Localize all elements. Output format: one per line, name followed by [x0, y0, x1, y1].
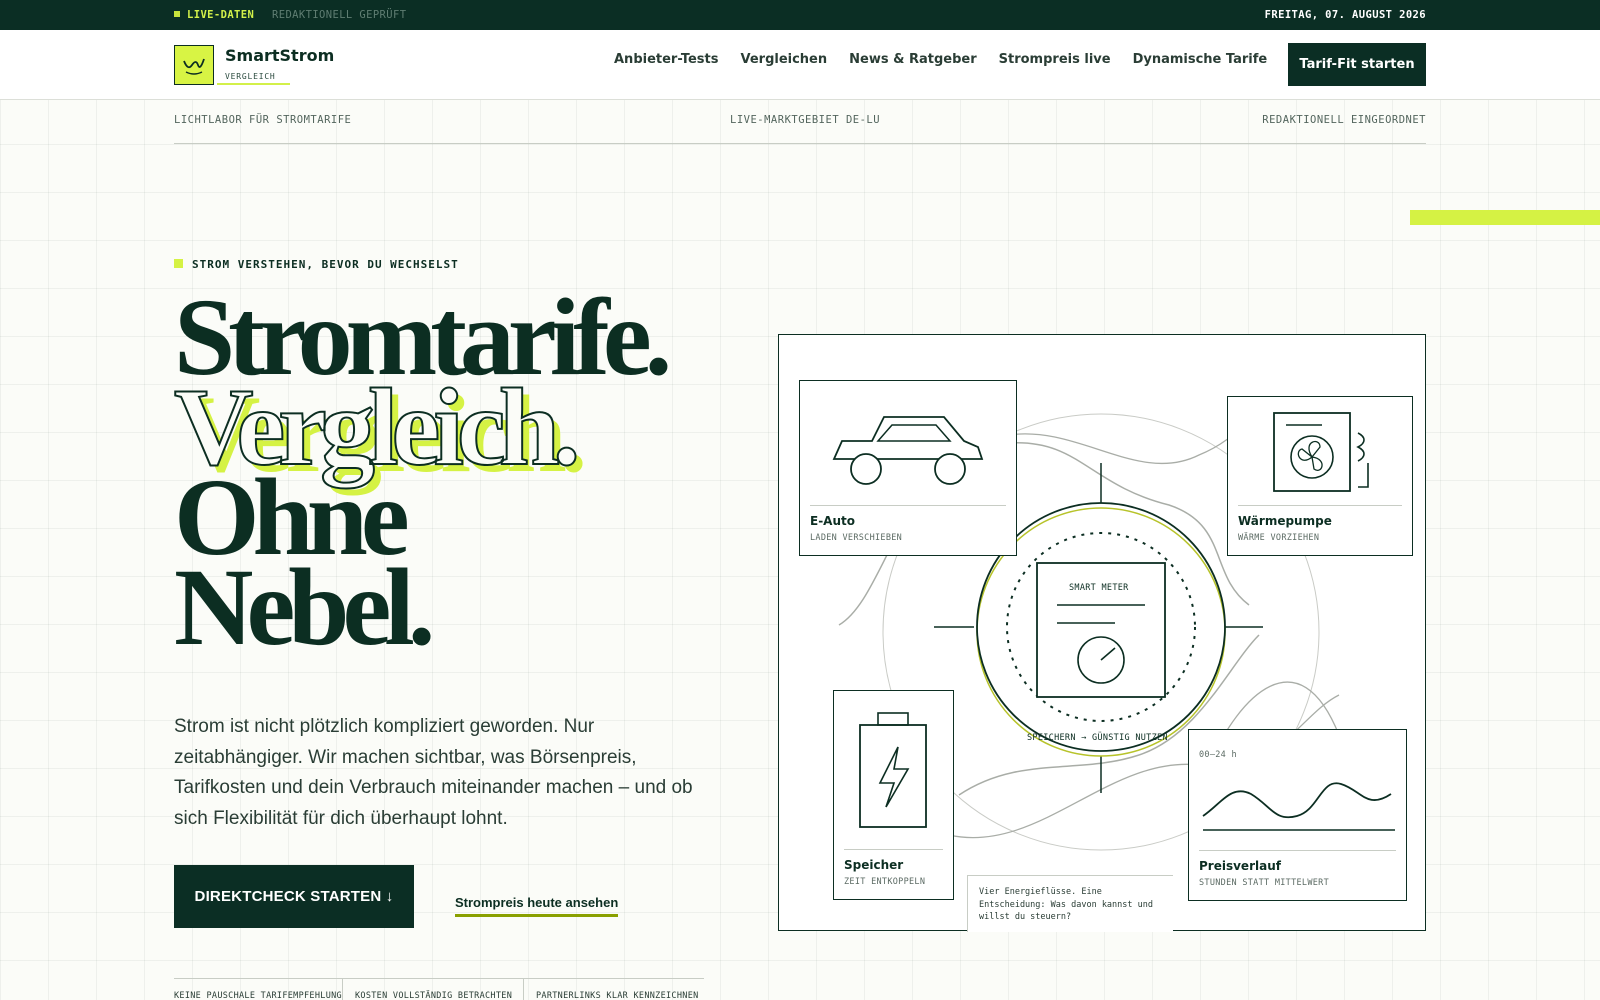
editorial-checked-label: REDAKTIONELL GEPRÜFT	[272, 9, 407, 21]
preisverlauf-subtitle: STUNDEN STATT MITTELWERT	[1199, 878, 1330, 888]
live-data-label: LIVE-DATEN	[174, 9, 254, 21]
nav-item-strompreis-live[interactable]: Strompreis live	[999, 52, 1111, 67]
tag-partner-links: PARTNERLINKS KLAR KENNZEICHNEN	[536, 991, 699, 1000]
car-icon	[832, 416, 984, 485]
strompreis-link[interactable]: Strompreis heute ansehen	[455, 895, 619, 917]
card-preisverlauf[interactable]: 00–24 h Preisverlauf STUNDEN STATT MITTE…	[1188, 729, 1407, 901]
ring-label: SPEICHERN → GÜNSTIG NUTZEN	[1027, 733, 1168, 743]
info-strip: LICHTLABOR FÜR STROMTARIFE LIVE-MARKTGEB…	[174, 114, 1426, 144]
battery-icon	[859, 712, 927, 828]
brand-subtitle: VERGLEICH	[217, 72, 290, 85]
tag-no-recommendation: KEINE PAUSCHALE TARIFEMPFEHLUNG	[174, 979, 343, 1000]
speicher-subtitle: ZEIT ENTKOPPELN	[844, 877, 926, 887]
e-auto-title: E-Auto	[810, 514, 855, 528]
nav-item-anbieter-tests[interactable]: Anbieter-Tests	[614, 52, 718, 67]
current-date: FREITAG, 07. AUGUST 2026	[1264, 9, 1426, 21]
main-nav: Anbieter-Tests Vergleichen News & Ratgeb…	[614, 52, 1267, 67]
tag-full-costs: KOSTEN VOLLSTÄNDIG BETRACHTEN	[343, 979, 524, 1000]
hero-lead: Strom ist nicht plötzlich kompliziert ge…	[174, 716, 693, 829]
card-waermepumpe[interactable]: Wärmepumpe WÄRME VORZIEHEN	[1227, 396, 1413, 556]
price-curve-icon	[1202, 782, 1395, 831]
headline-line-4: Nebel.	[174, 546, 435, 668]
waermepumpe-title: Wärmepumpe	[1238, 514, 1332, 528]
strip-editorial-label: REDAKTIONELL EINGEORDNET	[1262, 114, 1426, 126]
nav-item-dynamische-tarife[interactable]: Dynamische Tarife	[1133, 52, 1268, 67]
preisverlauf-title: Preisverlauf	[1199, 859, 1281, 873]
diagram-note: Vier Energieflüsse. Eine Entscheidung: W…	[967, 875, 1173, 932]
hero-eyebrow: STROM VERSTEHEN, BEVOR DU WECHSELST	[174, 258, 459, 271]
top-bar: LIVE-DATEN REDAKTIONELL GEPRÜFT FREITAG,…	[0, 0, 1600, 30]
brand-name[interactable]: SmartStrom	[225, 46, 334, 65]
card-e-auto[interactable]: E-Auto LADEN VERSCHIEBEN	[799, 380, 1017, 556]
accent-bar	[1410, 210, 1600, 225]
smart-meter-label: SMART METER	[1069, 583, 1129, 593]
speicher-title: Speicher	[844, 858, 904, 872]
hero-tags: KEINE PAUSCHALE TARIFEMPFEHLUNG KOSTEN V…	[174, 978, 704, 1000]
heat-pump-icon	[1273, 412, 1369, 492]
site-header: SmartStrom VERGLEICH Anbieter-Tests Verg…	[0, 30, 1600, 100]
tarif-fit-button[interactable]: Tarif-Fit starten	[1288, 43, 1426, 86]
nav-item-vergleichen[interactable]: Vergleichen	[740, 52, 827, 67]
e-auto-subtitle: LADEN VERSCHIEBEN	[810, 533, 903, 543]
strip-market-label: LIVE-MARKTGEBIET DE-LU	[730, 114, 881, 126]
waermepumpe-subtitle: WÄRME VORZIEHEN	[1238, 533, 1320, 543]
price-range-label: 00–24 h	[1199, 750, 1237, 760]
strip-lab-label: LICHTLABOR FÜR STROMTARIFE	[174, 114, 352, 126]
logo-icon[interactable]	[174, 45, 214, 85]
card-speicher[interactable]: Speicher ZEIT ENTKOPPELN	[833, 690, 954, 900]
nav-item-news-ratgeber[interactable]: News & Ratgeber	[849, 52, 977, 67]
direktcheck-button[interactable]: DIREKTCHECK STARTEN ↓	[174, 865, 414, 928]
hero-headline: Stromtarife. Vergleich. Ohne Nebel.	[173, 282, 672, 668]
energy-flow-diagram: SMART METER SPEICHERN → GÜNSTIG NUTZEN E…	[778, 334, 1426, 932]
